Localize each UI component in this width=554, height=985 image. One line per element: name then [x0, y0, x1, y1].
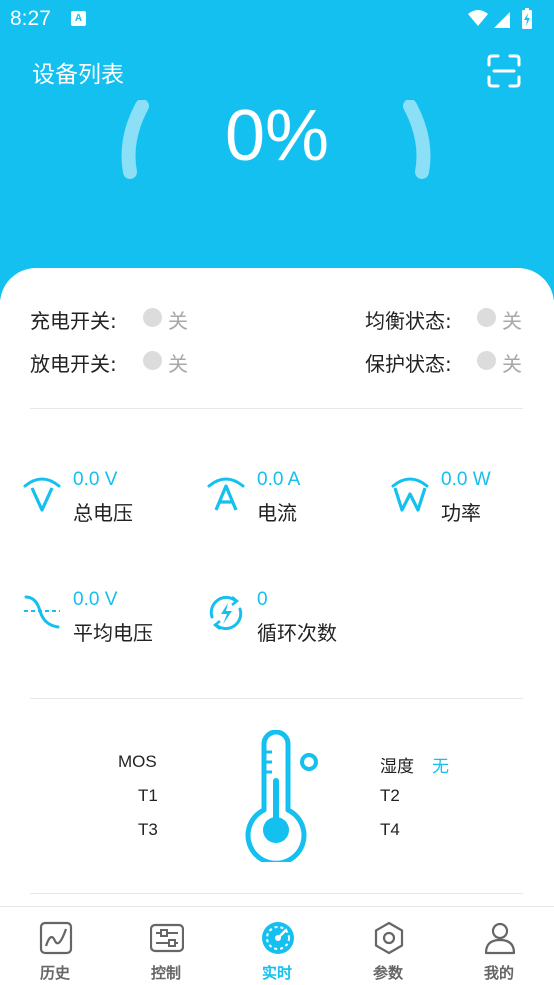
balance-status-indicator	[477, 308, 496, 327]
protect-status-value: 关	[502, 352, 522, 376]
status-time: 8:27	[10, 7, 51, 30]
thermometer-icon	[245, 730, 318, 862]
charge-switch-value: 关	[168, 309, 188, 333]
t3-temp-label: T3	[138, 820, 158, 839]
t2-temp-label: T2	[380, 786, 400, 805]
nav-realtime-label: 实时	[261, 964, 292, 982]
nav-parameters[interactable]: 参数	[333, 907, 443, 985]
divider	[30, 408, 523, 409]
cycles-value: 0	[257, 589, 268, 610]
nav-control[interactable]: 控制	[111, 907, 221, 985]
state-of-charge: 0%	[224, 96, 330, 176]
charge-switch-indicator	[143, 308, 162, 327]
discharge-switch-indicator	[143, 351, 162, 370]
power-value: 0.0 W	[441, 469, 491, 490]
power-icon	[391, 477, 429, 512]
balance-status-value: 关	[502, 309, 522, 333]
nav-realtime[interactable]: 实时	[222, 907, 332, 985]
divider	[30, 893, 523, 894]
balance-status-label: 均衡状态:	[365, 309, 452, 333]
bottom-nav: 历史 控制 实时 参数 我的	[0, 906, 554, 985]
nav-control-label: 控制	[150, 964, 181, 982]
avg-voltage-icon	[24, 595, 60, 629]
page-title[interactable]: 设备列表	[32, 55, 124, 89]
control-sliders-icon	[150, 923, 184, 953]
total-voltage-value: 0.0 V	[73, 469, 118, 490]
charge-switch-label: 充电开关:	[30, 309, 117, 333]
humidity-value: 无	[432, 757, 449, 777]
nav-profile-label: 我的	[483, 964, 514, 982]
protect-status-label: 保护状态:	[365, 352, 452, 376]
profile-icon	[484, 922, 516, 955]
power-label: 功率	[441, 501, 481, 525]
scan-icon[interactable]	[486, 53, 522, 89]
cycle-icon	[209, 595, 243, 631]
current-value: 0.0 A	[257, 469, 301, 490]
humidity-label: 湿度	[380, 757, 414, 776]
protect-status-indicator	[477, 351, 496, 370]
nav-history-label: 历史	[39, 964, 70, 982]
t4-temp-label: T4	[380, 820, 400, 839]
nav-history[interactable]: 历史	[0, 907, 110, 985]
current-label: 电流	[257, 501, 297, 525]
total-voltage-label: 总电压	[73, 501, 133, 525]
realtime-gauge-icon	[262, 922, 294, 954]
discharge-switch-value: 关	[168, 352, 188, 376]
divider	[30, 698, 523, 699]
notification-icon: A	[71, 11, 86, 26]
nav-parameters-label: 参数	[372, 964, 403, 982]
avg-voltage-label: 平均电压	[73, 621, 153, 645]
system-status-icons	[468, 8, 532, 29]
status-bar: 8:27 A	[0, 0, 554, 38]
wifi-icon	[468, 10, 488, 26]
parameters-hexagon-icon	[374, 921, 404, 955]
current-icon	[207, 477, 245, 511]
nav-profile[interactable]: 我的	[444, 907, 554, 985]
avg-voltage-value: 0.0 V	[73, 589, 118, 610]
mos-temp-label: MOS	[118, 752, 157, 771]
discharge-switch-label: 放电开关:	[30, 352, 117, 376]
cycles-label: 循环次数	[257, 621, 337, 645]
signal-icon	[494, 12, 510, 28]
t1-temp-label: T1	[138, 786, 158, 805]
history-chart-icon	[39, 921, 73, 955]
voltage-icon	[23, 477, 61, 512]
